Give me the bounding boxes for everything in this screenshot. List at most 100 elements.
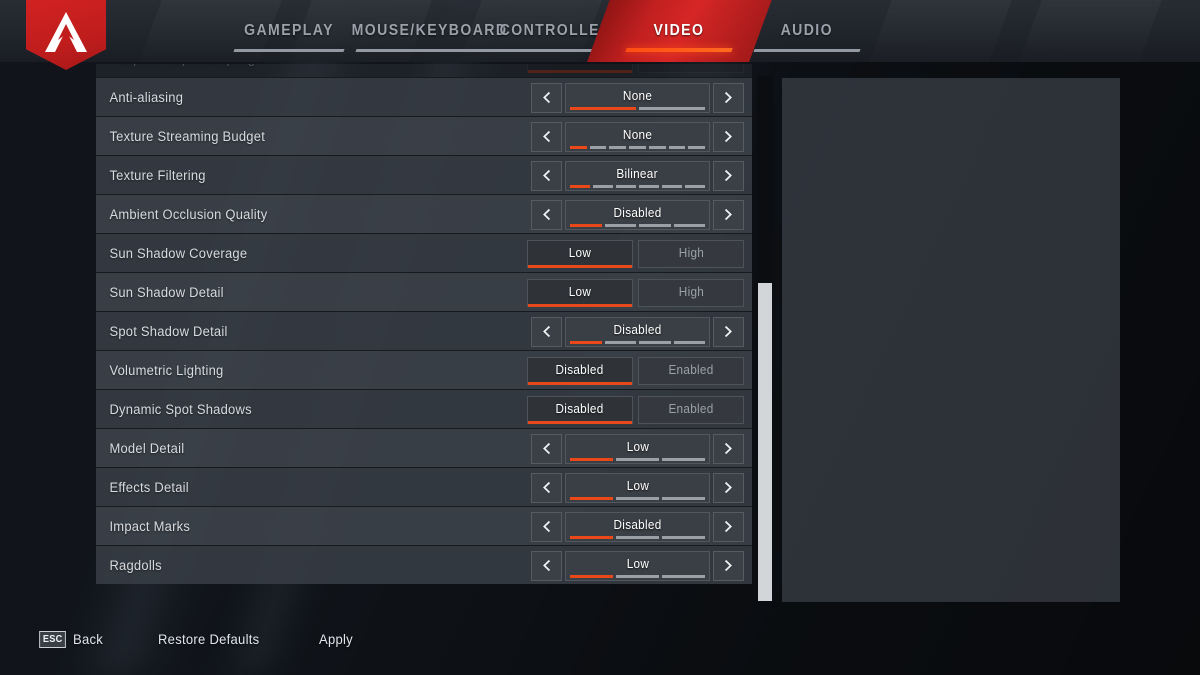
setting-value-display[interactable]: Bilinear — [565, 160, 710, 191]
tab-audio[interactable]: AUDIO — [748, 0, 866, 62]
setting-value-display[interactable]: None — [565, 121, 710, 152]
tab-label: VIDEO — [653, 22, 705, 39]
chevron-left-icon[interactable] — [531, 316, 562, 347]
chevron-right-icon[interactable] — [713, 121, 744, 152]
level-segment — [639, 223, 671, 227]
setting-level-bar — [570, 496, 705, 500]
setting-value-display[interactable]: Low — [565, 433, 710, 464]
level-segment — [570, 106, 636, 110]
tab-video[interactable]: VIDEO — [620, 0, 738, 62]
setting-control: Bilinear — [531, 156, 744, 195]
toggle-option-label: Enabled — [668, 64, 713, 65]
level-segment — [616, 184, 636, 188]
settings-tab-bar: GAMEPLAY MOUSE/KEYBOARD CONTROLLER VIDEO AUD… — [0, 0, 1200, 62]
chevron-right-icon[interactable] — [713, 550, 744, 581]
setting-value-display[interactable]: Low — [565, 550, 710, 581]
chevron-left-icon[interactable] — [531, 121, 562, 152]
toggle-option-button[interactable]: High — [638, 278, 744, 307]
esc-key-badge: ESC — [39, 630, 67, 648]
video-settings-list: Adaptive Supersampling Disabled Enabled Ant… — [96, 64, 752, 601]
tab-gameplay[interactable]: GAMEPLAY — [228, 0, 350, 62]
level-segment — [570, 535, 613, 539]
chevron-left-icon[interactable] — [531, 511, 562, 542]
setting-level-bar — [570, 340, 705, 344]
level-segment — [570, 496, 613, 500]
setting-value-display[interactable]: Disabled — [565, 316, 710, 347]
level-segment — [616, 496, 659, 500]
setting-row: Texture Filtering Bilinear — [96, 155, 752, 194]
tab-label: AUDIO — [780, 22, 834, 39]
toggle-option-button[interactable]: Disabled — [527, 395, 633, 424]
chevron-left-icon[interactable] — [531, 550, 562, 581]
setting-row: Dynamic Spot Shadows Disabled Enabled — [96, 389, 752, 428]
level-segment — [639, 106, 705, 110]
setting-label: Sun Shadow Detail — [109, 284, 224, 300]
setting-value: Disabled — [613, 205, 662, 220]
toggle-option-button[interactable]: Low — [527, 239, 633, 268]
setting-control: None — [531, 78, 744, 117]
setting-control: Disabled — [531, 312, 744, 351]
tab-label: GAMEPLAY — [244, 22, 334, 39]
toggle-option-button[interactable]: Enabled — [638, 64, 744, 73]
chevron-left-icon[interactable] — [531, 82, 562, 113]
setting-label: Sun Shadow Coverage — [109, 245, 248, 261]
setting-row: Spot Shadow Detail Disabled — [96, 311, 752, 350]
chevron-left-icon[interactable] — [531, 433, 562, 464]
setting-level-bar — [570, 145, 706, 149]
setting-value-display[interactable]: Disabled — [565, 511, 710, 542]
setting-control: Disabled — [531, 507, 744, 546]
level-segment — [662, 574, 705, 578]
apply-button[interactable]: Apply — [319, 631, 356, 647]
chevron-right-icon[interactable] — [713, 316, 744, 347]
footer-action-bar: ESC Back Restore Defaults Apply — [0, 603, 1200, 675]
setting-value: Disabled — [613, 322, 662, 337]
toggle-option-button[interactable]: High — [638, 239, 744, 268]
level-segment — [570, 457, 613, 461]
level-segment — [589, 145, 607, 149]
setting-value-display[interactable]: Disabled — [565, 199, 710, 230]
level-segment — [673, 340, 705, 344]
settings-scrollbar-thumb[interactable] — [758, 283, 772, 601]
toggle-option-label: Low — [568, 245, 592, 260]
level-segment — [604, 223, 636, 227]
toggle-option-label: High — [678, 284, 704, 299]
tab-mouse-keyboard[interactable]: MOUSE/KEYBOARD — [350, 0, 510, 62]
toggle-option-label: Disabled — [556, 64, 604, 65]
restore-defaults-button[interactable]: Restore Defaults — [158, 631, 267, 647]
toggle-option-button[interactable]: Enabled — [638, 395, 744, 424]
toggle-option-button[interactable]: Disabled — [527, 356, 633, 385]
level-segment — [688, 145, 706, 149]
setting-row: Effects Detail Low — [96, 467, 752, 506]
setting-control: Low — [531, 429, 744, 468]
setting-level-bar — [570, 574, 705, 578]
setting-control: Low — [531, 468, 744, 507]
setting-label: Anti-aliasing — [109, 89, 184, 105]
chevron-right-icon[interactable] — [713, 511, 744, 542]
level-segment — [673, 223, 705, 227]
toggle-option-label: Enabled — [668, 401, 714, 416]
setting-label: Ragdolls — [109, 557, 162, 573]
setting-value-display[interactable]: Low — [565, 472, 710, 503]
chevron-right-icon[interactable] — [713, 82, 744, 113]
chevron-right-icon[interactable] — [713, 472, 744, 503]
toggle-option-button[interactable]: Enabled — [638, 356, 744, 385]
toggle-option-button[interactable]: Disabled — [527, 64, 633, 73]
setting-toggle-group: Disabled Enabled — [527, 395, 744, 424]
setting-level-bar — [570, 184, 705, 188]
setting-value: None — [622, 127, 653, 142]
setting-value-display[interactable]: None — [565, 82, 710, 113]
level-segment — [662, 457, 705, 461]
chevron-left-icon[interactable] — [531, 160, 562, 191]
chevron-right-icon[interactable] — [713, 433, 744, 464]
level-segment — [593, 184, 613, 188]
chevron-left-icon[interactable] — [531, 472, 562, 503]
chevron-right-icon[interactable] — [713, 160, 744, 191]
toggle-option-button[interactable]: Low — [527, 278, 633, 307]
chevron-left-icon[interactable] — [531, 199, 562, 230]
setting-value: Low — [626, 439, 649, 454]
toggle-option-label: Disabled — [556, 401, 604, 416]
level-segment — [570, 223, 602, 227]
back-button[interactable]: ESC Back — [38, 630, 106, 648]
chevron-right-icon[interactable] — [713, 199, 744, 230]
level-segment — [662, 184, 682, 188]
